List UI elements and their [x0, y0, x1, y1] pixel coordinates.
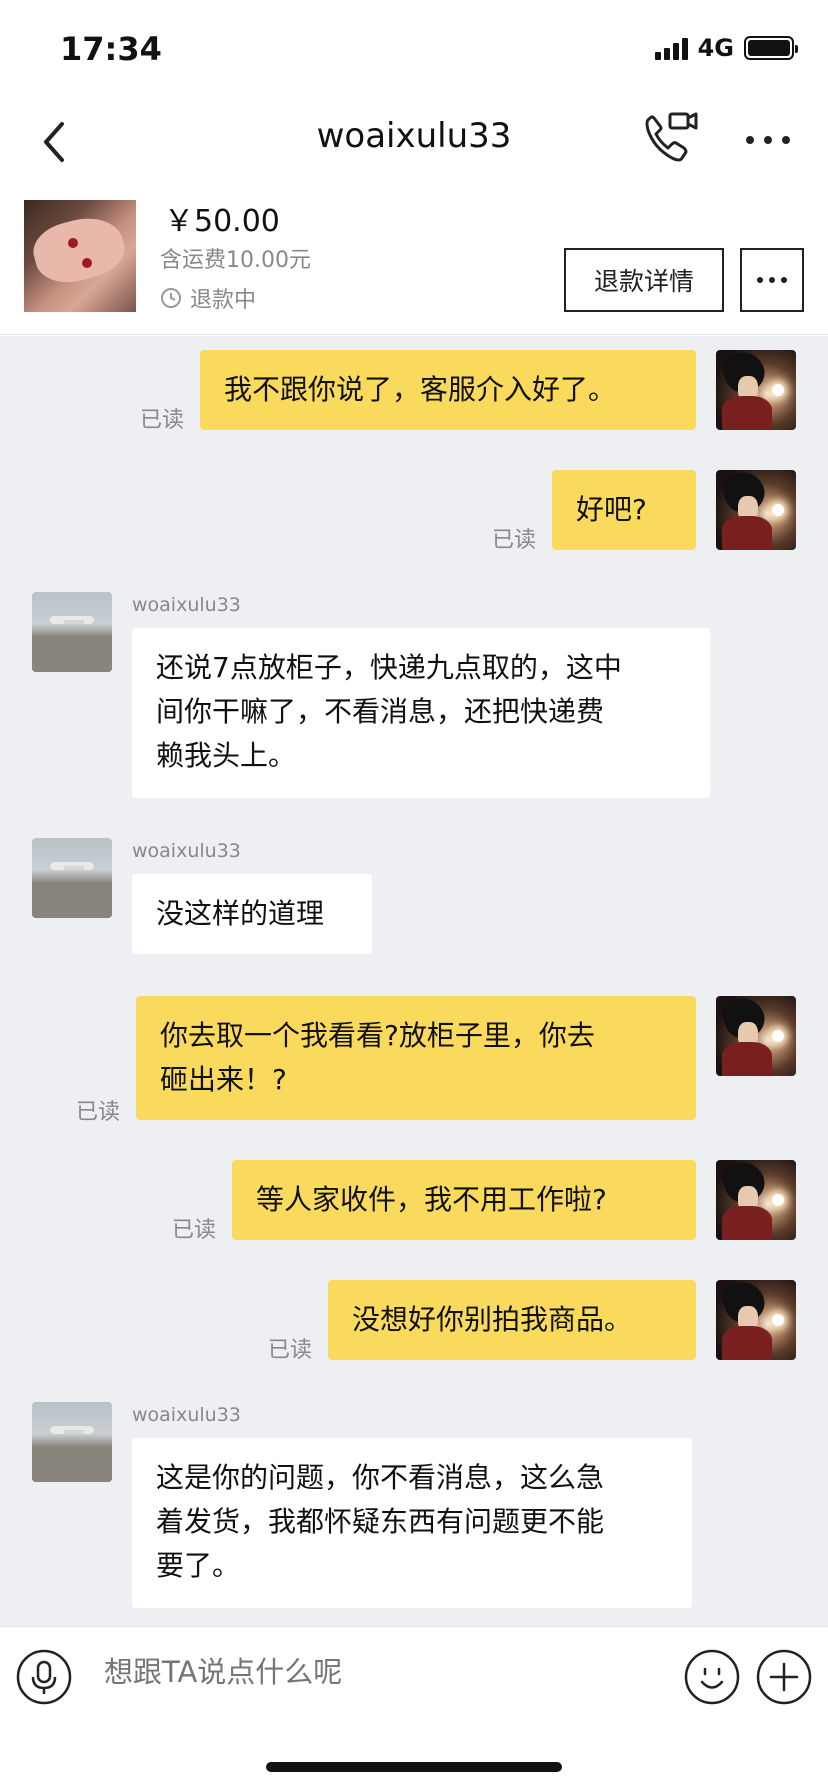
phone-video-icon[interactable]: [640, 108, 698, 168]
message-bubble[interactable]: 你去取一个我看看?放柜子里，你去 砸出来！?: [136, 996, 696, 1120]
product-shipping: 含运费10.00元: [160, 248, 311, 273]
read-receipt: 已读: [140, 408, 185, 433]
avatar[interactable]: [716, 470, 796, 550]
input-bar: [0, 1626, 828, 1722]
message-bubble[interactable]: 好吧?: [552, 470, 696, 550]
avatar[interactable]: [716, 1160, 796, 1240]
status-bar: 17:34 4G: [0, 0, 828, 100]
nav-bar: woaixulu33: [0, 100, 828, 190]
refund-status: 退款中: [160, 282, 256, 314]
battery-icon: [744, 36, 798, 60]
read-receipt: 已读: [492, 528, 537, 553]
message-bubble[interactable]: 没想好你别拍我商品。: [328, 1280, 696, 1360]
message-bubble[interactable]: 这是你的问题，你不看消息，这么急 着发货，我都怀疑东西有问题更不能 要了。: [132, 1438, 692, 1608]
network-type: 4G: [697, 34, 734, 62]
refund-status-label: 退款中: [190, 288, 257, 313]
product-more-button[interactable]: [740, 248, 804, 312]
chat-messages[interactable]: 我不跟你说了，客服介入好了。 已读 好吧? 已读 woaixulu33 还说7点…: [0, 336, 828, 1626]
signal-icon: [654, 36, 688, 60]
more-horizontal-icon: [757, 277, 787, 283]
message-line: 没这样的道理: [156, 897, 325, 930]
message-bubble[interactable]: 还说7点放柜子，快递九点取的，这中 间你干嘛了，不看消息，还把快递费 赖我头上。: [132, 628, 710, 798]
message-line: 赖我头上。: [156, 739, 297, 772]
avatar[interactable]: [32, 592, 112, 672]
message-line: 间你干嘛了，不看消息，还把快递费: [156, 695, 605, 728]
status-time: 17:34: [60, 30, 162, 68]
chat-screen: 17:34 4G woaixulu33 ￥50.00 含运费10.00元 退款中…: [0, 0, 828, 1792]
message-line: 砸出来！?: [160, 1063, 287, 1096]
message-bubble[interactable]: 没这样的道理: [132, 874, 372, 954]
product-price: ￥50.00: [164, 204, 280, 239]
read-receipt: 已读: [172, 1218, 217, 1243]
microphone-icon[interactable]: [16, 1649, 72, 1705]
product-bar: ￥50.00 含运费10.00元 退款中 退款详情: [0, 190, 828, 335]
message-bubble[interactable]: 我不跟你说了，客服介入好了。: [200, 350, 696, 430]
product-thumbnail[interactable]: [24, 200, 136, 312]
status-indicators: 4G: [654, 34, 798, 62]
sender-name: woaixulu33: [132, 840, 241, 862]
sender-name: woaixulu33: [132, 1404, 241, 1426]
message-line: 这是你的问题，你不看消息，这么急: [156, 1461, 605, 1494]
message-input[interactable]: [104, 1655, 664, 1689]
message-line: 还说7点放柜子，快递九点取的，这中: [156, 651, 622, 684]
more-horizontal-icon[interactable]: [738, 120, 798, 160]
smiley-icon[interactable]: [684, 1649, 740, 1705]
read-receipt: 已读: [76, 1100, 121, 1125]
avatar[interactable]: [716, 350, 796, 430]
avatar[interactable]: [32, 838, 112, 918]
sender-name: woaixulu33: [132, 594, 241, 616]
read-receipt: 已读: [268, 1338, 313, 1363]
avatar[interactable]: [32, 1402, 112, 1482]
message-line: 要了。: [156, 1549, 241, 1582]
refund-details-button[interactable]: 退款详情: [564, 248, 724, 312]
home-indicator[interactable]: [266, 1762, 562, 1772]
page-title: woaixulu33: [316, 116, 512, 156]
message-line: 着发货，我都怀疑东西有问题更不能: [156, 1505, 605, 1538]
plus-icon[interactable]: [756, 1649, 812, 1705]
avatar[interactable]: [716, 1280, 796, 1360]
message-bubble[interactable]: 等人家收件，我不用工作啦?: [232, 1160, 696, 1240]
avatar[interactable]: [716, 996, 796, 1076]
clock-icon: [161, 288, 181, 308]
message-line: 你去取一个我看看?放柜子里，你去: [160, 1019, 595, 1052]
